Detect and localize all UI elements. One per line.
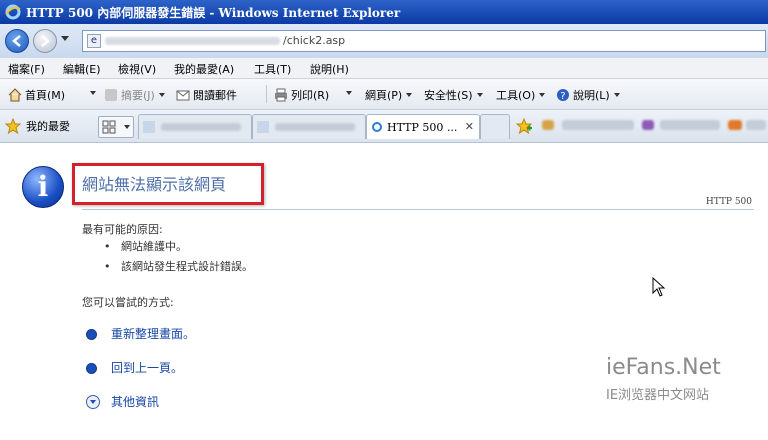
command-bar: 首頁(M) 摘要(J) 閱讀郵件 列印(R) 網頁(P) 安全性(S) 工具(O… bbox=[0, 79, 768, 110]
error-page: i 網站無法顯示該網頁 HTTP 500 最有可能的原因: • 網站維護中。 •… bbox=[0, 143, 768, 440]
favorite-icon[interactable] bbox=[728, 120, 742, 130]
more-info-link[interactable]: 其他資訊 bbox=[111, 393, 159, 410]
active-tab-title: HTTP 500 ... bbox=[387, 121, 458, 134]
menu-favorites[interactable]: 我的最愛(A) bbox=[174, 61, 234, 77]
heading-divider bbox=[82, 209, 754, 210]
safety-menu-label: 安全性(S) bbox=[424, 89, 473, 102]
grid-icon bbox=[102, 120, 116, 134]
back-link[interactable]: 回到上一頁。 bbox=[111, 359, 183, 376]
help-menu-button[interactable]: ? 說明(L) bbox=[556, 87, 620, 103]
feed-icon bbox=[105, 89, 117, 101]
menu-edit[interactable]: 編輯(E) bbox=[63, 61, 101, 77]
star-icon[interactable] bbox=[5, 118, 21, 134]
home-icon bbox=[8, 88, 22, 102]
blurred-tab-title bbox=[275, 123, 355, 131]
quick-tabs-button[interactable] bbox=[98, 116, 134, 138]
address-url: /chick2.asp bbox=[283, 34, 346, 47]
read-mail-label: 閱讀郵件 bbox=[193, 89, 237, 102]
ie-tab-icon bbox=[372, 122, 382, 132]
home-button[interactable]: 首頁(M) bbox=[8, 87, 65, 103]
feeds-button[interactable]: 摘要(J) bbox=[104, 87, 165, 103]
feeds-label: 摘要(J) bbox=[121, 89, 155, 102]
arrow-right-icon bbox=[41, 35, 50, 47]
ie-logo-icon bbox=[5, 4, 21, 20]
svg-text:?: ? bbox=[560, 91, 565, 102]
tab-active[interactable]: HTTP 500 ... ✕ bbox=[366, 114, 480, 139]
new-tab-button[interactable] bbox=[480, 114, 510, 139]
safety-menu-button[interactable]: 安全性(S) bbox=[424, 87, 483, 103]
bullet-icon bbox=[86, 329, 97, 340]
blurred-favorite[interactable] bbox=[746, 120, 766, 130]
forward-button[interactable] bbox=[33, 29, 57, 53]
printer-icon bbox=[275, 88, 287, 102]
watermark-brand: ieFans.Net bbox=[606, 355, 721, 380]
print-dropdown[interactable] bbox=[342, 87, 352, 100]
close-icon[interactable]: ✕ bbox=[465, 120, 474, 133]
page-heading: 網站無法顯示該網頁 bbox=[82, 175, 227, 194]
home-dropdown[interactable] bbox=[86, 87, 96, 100]
cause-item: • 該網站發生程式設計錯誤。 bbox=[104, 260, 253, 273]
menu-tools[interactable]: 工具(T) bbox=[254, 61, 291, 77]
try-title: 您可以嘗試的方式: bbox=[82, 296, 174, 309]
error-code: HTTP 500 bbox=[705, 197, 752, 207]
add-favorite-icon[interactable] bbox=[516, 118, 532, 134]
favorites-label[interactable]: 我的最愛 bbox=[26, 118, 70, 134]
causes-title: 最有可能的原因: bbox=[82, 223, 163, 236]
tools-menu-button[interactable]: 工具(O) bbox=[496, 87, 546, 103]
help-menu-label: 說明(L) bbox=[573, 89, 610, 102]
refresh-link[interactable]: 重新整理畫面。 bbox=[111, 325, 195, 342]
read-mail-button[interactable]: 閱讀郵件 bbox=[176, 87, 237, 103]
menu-file[interactable]: 檔案(F) bbox=[8, 61, 45, 77]
info-icon: i bbox=[22, 166, 64, 208]
page-menu-button[interactable]: 網頁(P) bbox=[365, 87, 413, 103]
mouse-cursor-icon bbox=[652, 277, 666, 297]
menu-help[interactable]: 說明(H) bbox=[310, 61, 349, 77]
page-icon bbox=[257, 121, 269, 133]
cause-item: • 網站維護中。 bbox=[104, 240, 187, 253]
menu-bar: 檔案(F) 編輯(E) 檢視(V) 我的最愛(A) 工具(T) 說明(H) bbox=[0, 58, 768, 79]
blurred-favorite[interactable] bbox=[660, 120, 720, 130]
back-button[interactable] bbox=[5, 29, 29, 53]
mail-icon bbox=[176, 90, 190, 101]
favorite-icon[interactable] bbox=[642, 120, 654, 130]
favorite-icon[interactable] bbox=[542, 120, 554, 130]
watermark-subtitle: IE浏览器中文网站 bbox=[606, 388, 710, 403]
title-bar: HTTP 500 內部伺服器發生錯誤 - Windows Internet Ex… bbox=[0, 0, 768, 24]
home-label: 首頁(M) bbox=[25, 89, 66, 102]
help-icon: ? bbox=[557, 89, 569, 102]
tab-blurred-1[interactable] bbox=[138, 114, 252, 139]
tools-menu-label: 工具(O) bbox=[496, 89, 536, 102]
print-button[interactable]: 列印(R) bbox=[274, 87, 329, 103]
favorites-bar: 我的最愛 HTTP 500 ... ✕ bbox=[0, 110, 768, 143]
bullet-icon bbox=[86, 363, 97, 374]
print-label: 列印(R) bbox=[291, 89, 330, 102]
page-icon: e bbox=[87, 34, 101, 48]
address-bar: e /chick2.asp bbox=[0, 24, 768, 59]
address-input[interactable]: e /chick2.asp bbox=[82, 30, 766, 52]
menu-view[interactable]: 檢視(V) bbox=[118, 61, 156, 77]
recent-pages-dropdown[interactable] bbox=[61, 36, 69, 41]
chevron-down-icon bbox=[124, 125, 130, 129]
arrow-left-icon bbox=[12, 35, 21, 47]
blurred-tab-title bbox=[161, 123, 241, 131]
separator bbox=[266, 85, 267, 103]
blurred-favorite[interactable] bbox=[562, 120, 634, 130]
page-menu-label: 網頁(P) bbox=[365, 89, 403, 102]
page-icon bbox=[143, 121, 155, 133]
tab-blurred-2[interactable] bbox=[252, 114, 366, 139]
window-title: HTTP 500 內部伺服器發生錯誤 - Windows Internet Ex… bbox=[26, 6, 401, 20]
expand-icon[interactable] bbox=[86, 395, 100, 409]
blurred-url bbox=[105, 37, 280, 45]
